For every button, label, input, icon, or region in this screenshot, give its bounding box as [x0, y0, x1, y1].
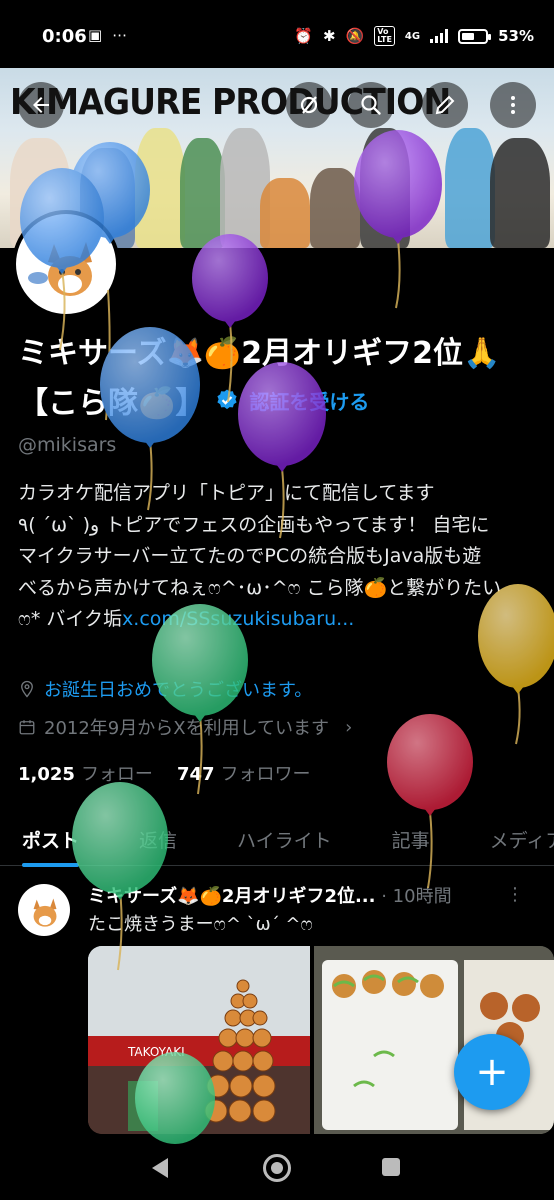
bio-line: カラオケ配信アプリ「トピア」にて配信してます: [18, 482, 435, 504]
takoyaki-tower-photo: TAKOYAKI: [88, 946, 310, 1134]
profile-tabs: ポスト 返信 ハイライト 記事 メディア: [0, 812, 554, 867]
location-pin-icon: [21, 680, 33, 698]
back-arrow-icon: [33, 97, 49, 113]
balloon-green: [72, 782, 168, 971]
banner-character: [445, 128, 495, 248]
more-vertical-icon: [511, 96, 515, 114]
status-bar: 0:06 ▣ ⋯ ⏰ ✱ 🔕 Vo LTE 4G 53%: [0, 0, 554, 70]
status-time: 0:06: [42, 26, 87, 47]
edit-icon: [435, 95, 455, 115]
search-icon: [361, 95, 381, 115]
bio-line: マイクラサーバー立てたのでPCの統合版もJava版も遊: [18, 545, 482, 567]
network-label: 4G: [404, 30, 421, 42]
status-left-icons: ▣ ⋯: [88, 26, 127, 44]
birthday-text[interactable]: お誕生日おめでとうございます。: [44, 676, 312, 702]
tab-highlights[interactable]: ハイライト: [207, 812, 362, 866]
system-nav-bar: [0, 1136, 554, 1200]
banner-character: [260, 178, 310, 248]
tab-replies[interactable]: 返信: [109, 812, 207, 866]
compose-button[interactable]: +: [454, 1034, 530, 1110]
post-image-takoyaki[interactable]: [314, 946, 554, 1134]
battery-fill: [462, 32, 475, 40]
profile-avatar[interactable]: [12, 210, 120, 318]
following-label: フォロー: [80, 764, 153, 785]
profile-bio: カラオケ配信アプリ「トピア」にて配信してます ٩( ´ω` )و トピアでフェス…: [18, 478, 538, 636]
post-more-icon[interactable]: ⋮: [506, 884, 524, 905]
bluetooth-icon: ✱: [322, 27, 336, 45]
bio-link[interactable]: x.com/SSsuzukisubaru...: [122, 608, 354, 630]
followers-label: フォロワー: [220, 764, 311, 785]
joined-row[interactable]: 2012年9月からXを利用しています ›: [18, 714, 352, 740]
nav-home-icon[interactable]: [263, 1154, 291, 1182]
calendar-icon: [19, 720, 35, 735]
bio-prefix: ෆ* バイク垢: [18, 608, 123, 630]
fox-mascot-icon: [19, 885, 69, 935]
more-button[interactable]: [490, 82, 536, 128]
tab-media[interactable]: メディア: [460, 812, 554, 866]
post-author[interactable]: ミキサーズ🦊🍊2月オリギフ2位...: [88, 886, 376, 907]
grok-icon: [300, 96, 318, 114]
following-count: 1,025: [18, 764, 75, 785]
shop-sign-text: TAKOYAKI: [127, 1045, 185, 1059]
following-link[interactable]: 1,025 フォロー: [18, 760, 153, 786]
tab-articles[interactable]: 記事: [362, 812, 460, 866]
post-avatar[interactable]: [18, 884, 70, 936]
more-dots-icon: ⋯: [112, 26, 128, 44]
followers-link[interactable]: 747 フォロワー: [177, 760, 311, 786]
edit-button[interactable]: [422, 82, 468, 128]
mute-icon: 🔕: [345, 27, 365, 45]
bio-line: ٩( ´ω` )و トピアでフェスの企画もやってます！ 自宅に: [18, 513, 490, 536]
bio-line: べるから声かけてねぇෆ^･ω･^ෆ こら隊🍊と繋がりたい: [18, 576, 502, 599]
alarm-icon: ⏰: [294, 27, 313, 45]
fox-mascot-icon: [18, 216, 114, 312]
post-time: · 10時間: [381, 886, 452, 907]
profile-handle: @mikisars: [18, 434, 117, 456]
banner-character: [360, 128, 410, 248]
gallery-icon: ▣: [88, 26, 103, 44]
status-right-icons: ⏰ ✱ 🔕 Vo LTE 4G 53%: [294, 26, 534, 46]
banner-character: [135, 128, 185, 248]
back-button[interactable]: [18, 82, 64, 128]
post-image-tower[interactable]: TAKOYAKI: [88, 946, 310, 1134]
takoyaki-box-photo: [314, 946, 554, 1134]
followers-count: 747: [176, 764, 215, 785]
tab-posts[interactable]: ポスト: [0, 812, 109, 867]
banner-character: [490, 138, 550, 248]
profile-name: ミキサーズ🦊🍊2月オリギフ2位🙏: [18, 336, 501, 371]
chevron-right-icon: ›: [345, 716, 353, 738]
get-verified-link[interactable]: 認証を受ける: [249, 386, 369, 415]
grok-button[interactable]: [286, 82, 332, 128]
signal-icon: [430, 29, 449, 43]
profile-name-row2: 【こら隊🍊】 認証を受ける: [18, 378, 369, 422]
bio-line: ෆ* バイク垢x.com/SSsuzukisubaru...: [18, 604, 538, 636]
nav-back-icon[interactable]: [152, 1158, 168, 1178]
joined-text: 2012年9月からXを利用しています: [44, 718, 330, 739]
battery-icon: [458, 28, 492, 44]
battery-percent: 53%: [498, 27, 534, 45]
verified-badge-icon: [217, 389, 237, 410]
birthday-row: お誕生日おめでとうございます。: [18, 676, 312, 702]
banner-character: [310, 168, 360, 248]
post-header: ミキサーズ🦊🍊2月オリギフ2位... · 10時間: [88, 882, 508, 908]
volte-icon: Vo LTE: [374, 26, 395, 46]
balloon-purple: [192, 234, 268, 403]
search-button[interactable]: [348, 82, 394, 128]
profile-name-line2: 【こら隊🍊】: [18, 386, 206, 421]
banner-character: [180, 138, 225, 248]
avatar-image: [16, 214, 116, 314]
follow-stats: 1,025 フォロー 747 フォロワー: [18, 760, 311, 786]
nav-recents-icon[interactable]: [382, 1158, 400, 1176]
post-text: たこ焼きうまーෆ^ `ω´ ^ෆ: [88, 914, 313, 935]
